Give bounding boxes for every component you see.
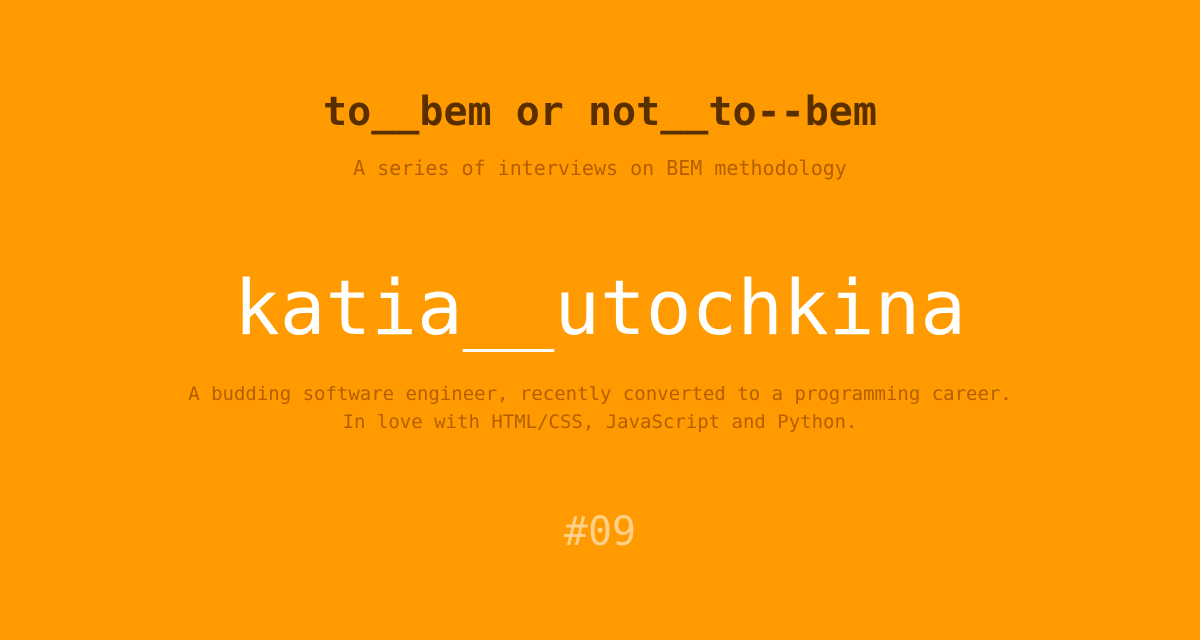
series-title: to__bem or not__to--bem [323,89,877,135]
interviewee-bio: A budding software engineer, recently co… [0,380,1200,436]
interviewee-name: katia__utochkina [233,263,967,352]
bio-line-1: A budding software engineer, recently co… [188,383,1012,405]
issue-number: #09 [563,509,637,555]
series-subtitle: A series of interviews on BEM methodolog… [353,156,847,180]
bio-line-2: In love with HTML/CSS, JavaScript and Py… [342,411,858,433]
interview-card: to__bem or not__to--bem A series of inte… [0,0,1200,640]
